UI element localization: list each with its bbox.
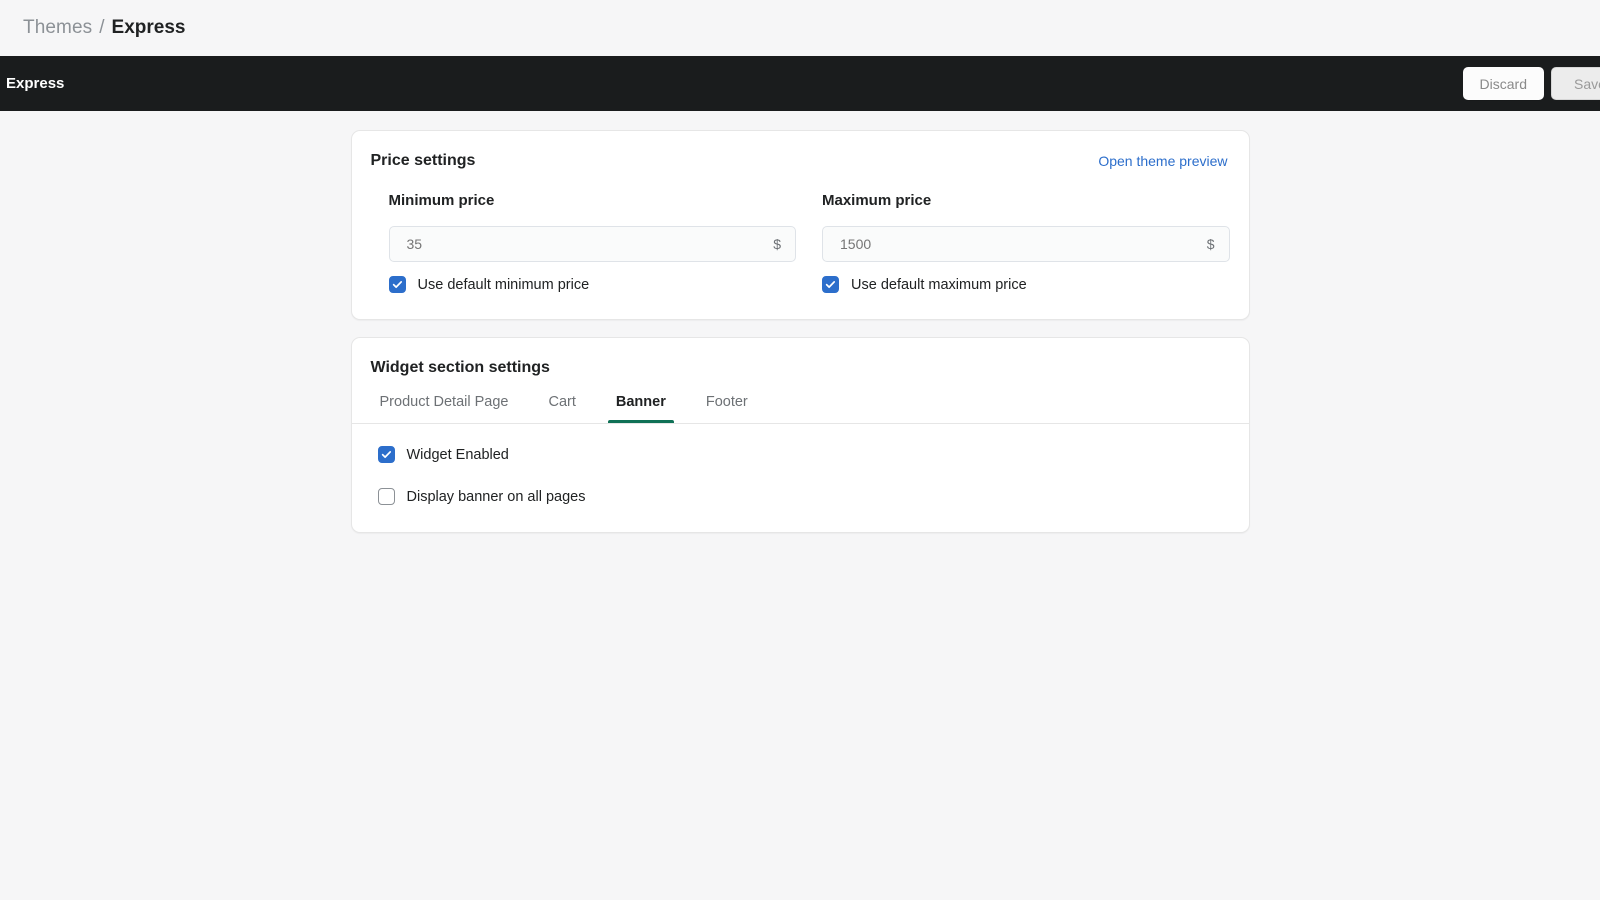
- tab-footer[interactable]: Footer: [686, 394, 768, 423]
- use-default-maximum-row[interactable]: Use default maximum price: [822, 276, 1230, 293]
- widget-enabled-row[interactable]: Widget Enabled: [377, 446, 1230, 463]
- open-theme-preview-link[interactable]: Open theme preview: [1098, 153, 1227, 169]
- widget-enabled-label: Widget Enabled: [406, 446, 509, 463]
- use-default-minimum-checkbox[interactable]: [388, 276, 406, 293]
- use-default-minimum-row[interactable]: Use default minimum price: [388, 276, 797, 293]
- context-bar-actions: Discard Save: [1462, 67, 1600, 100]
- price-fields-row: Minimum price $ Use default minimum pric…: [352, 170, 1249, 319]
- price-settings-card: Price settings Open theme preview Minimu…: [350, 130, 1250, 320]
- context-action-bar: Express Discard Save: [0, 56, 1600, 111]
- minimum-price-input[interactable]: [389, 236, 774, 252]
- use-default-minimum-label: Use default minimum price: [417, 276, 590, 293]
- minimum-price-group: Minimum price $ Use default minimum pric…: [388, 192, 797, 293]
- main-content: Price settings Open theme preview Minimu…: [0, 111, 1600, 533]
- display-banner-all-pages-checkbox[interactable]: [377, 488, 395, 505]
- context-bar-title: Express: [6, 75, 65, 92]
- widget-tabs: Product Detail Page Cart Banner Footer: [352, 377, 1249, 423]
- minimum-price-currency-suffix: $: [773, 236, 781, 252]
- maximum-price-group: Maximum price $ Use default maximum pric…: [822, 192, 1230, 293]
- use-default-maximum-label: Use default maximum price: [851, 276, 1027, 293]
- display-banner-all-pages-label: Display banner on all pages: [406, 488, 586, 505]
- check-icon: [825, 281, 836, 289]
- price-settings-title: Price settings: [370, 152, 476, 169]
- maximum-price-currency-suffix: $: [1206, 236, 1215, 252]
- price-settings-header: Price settings Open theme preview: [352, 131, 1249, 170]
- breadcrumb: Themes / Express: [0, 0, 1600, 56]
- maximum-price-label: Maximum price: [822, 192, 932, 209]
- breadcrumb-separator: /: [99, 17, 105, 38]
- widget-options-panel: Widget Enabled Display banner on all pag…: [352, 424, 1249, 532]
- discard-button[interactable]: Discard: [1462, 67, 1544, 100]
- minimum-price-label: Minimum price: [388, 192, 495, 209]
- widget-enabled-checkbox[interactable]: [377, 446, 395, 463]
- check-icon: [381, 451, 391, 459]
- check-icon: [392, 281, 402, 289]
- maximum-price-input-wrap[interactable]: $: [822, 226, 1230, 262]
- breadcrumb-current: Express: [111, 17, 186, 38]
- tab-cart[interactable]: Cart: [528, 394, 595, 423]
- widget-section-settings-card: Widget section settings Product Detail P…: [350, 337, 1250, 533]
- use-default-maximum-checkbox[interactable]: [822, 276, 839, 293]
- tab-banner[interactable]: Banner: [596, 394, 686, 423]
- minimum-price-input-wrap[interactable]: $: [388, 226, 796, 262]
- maximum-price-input[interactable]: [823, 236, 1207, 252]
- save-button[interactable]: Save: [1551, 67, 1600, 100]
- widget-settings-title: Widget section settings: [370, 359, 550, 376]
- breadcrumb-parent-link[interactable]: Themes: [23, 17, 92, 39]
- display-banner-all-pages-row[interactable]: Display banner on all pages: [377, 488, 1230, 505]
- tab-product-detail-page[interactable]: Product Detail Page: [371, 394, 529, 423]
- widget-settings-header: Widget section settings: [352, 338, 1249, 377]
